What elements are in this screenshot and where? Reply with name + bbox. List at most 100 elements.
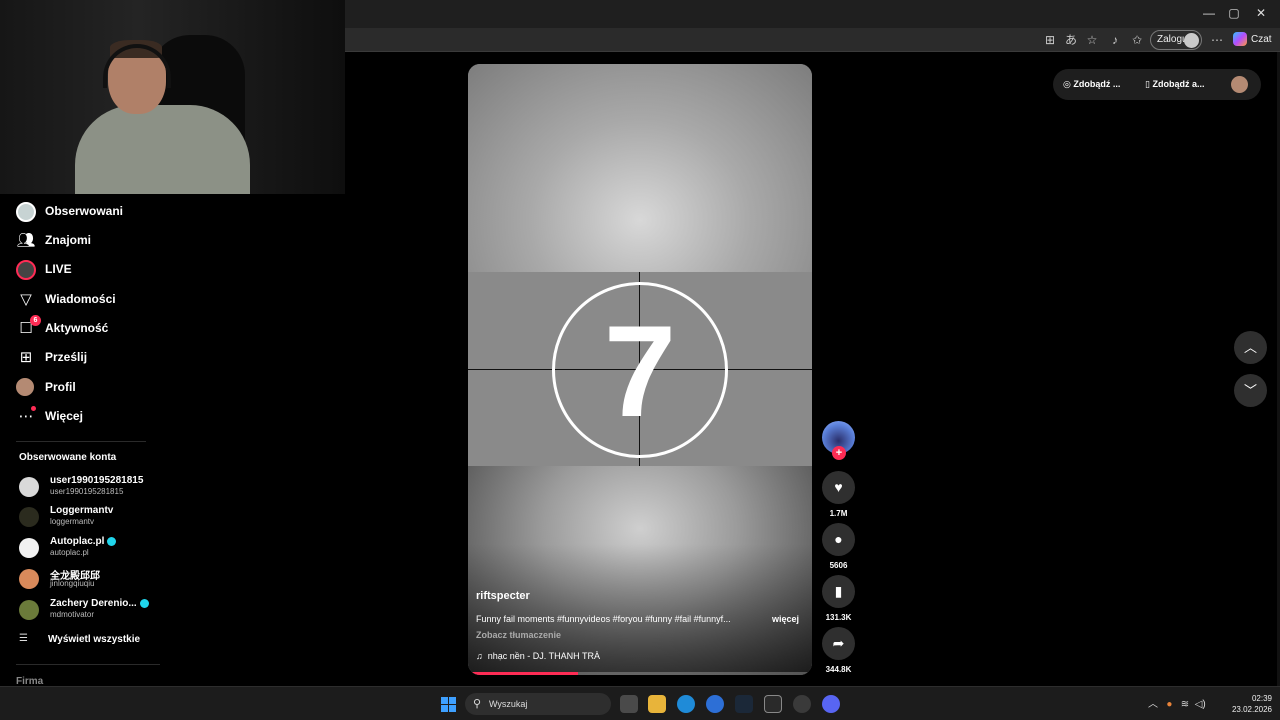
- edge-browser-icon[interactable]: [677, 695, 695, 713]
- video-frame-top: [468, 64, 812, 272]
- address-bar[interactable]: [345, 31, 1035, 51]
- sidebar-item-live[interactable]: LIVE: [16, 258, 196, 282]
- epic-games-icon[interactable]: [764, 695, 782, 713]
- account-handle: jinlongqiuqiu: [50, 579, 95, 588]
- tray-expand-icon[interactable]: ︿: [1148, 699, 1158, 710]
- discord-icon[interactable]: [822, 695, 840, 713]
- get-app-button[interactable]: ▯ Zdobądź a...: [1145, 79, 1204, 90]
- clock-date: 23.02.2026: [1231, 705, 1272, 714]
- video-progress-fill: [468, 672, 579, 675]
- clock-time: 02:39: [1251, 694, 1272, 703]
- sidebar-item-upload[interactable]: ⊞ Prześlij: [16, 346, 196, 370]
- chevron-down-icon: ﹀: [1243, 383, 1257, 398]
- wifi-icon[interactable]: ≋: [1181, 699, 1189, 710]
- account-handle: loggermantv: [50, 517, 95, 526]
- taskbar-clock[interactable]: 02:39 23.02.2026: [1226, 693, 1272, 715]
- comment-icon: ●: [834, 531, 843, 547]
- steam-icon[interactable]: [735, 695, 753, 713]
- system-tray[interactable]: ︿ ● ≋ ◁): [1148, 695, 1218, 713]
- menu-dots-icon[interactable]: ⋯: [1209, 32, 1225, 48]
- share-button[interactable]: ➦: [822, 627, 855, 660]
- heart-icon: ♥: [834, 479, 843, 495]
- see-translation-button[interactable]: Zobacz tłumaczenie: [476, 630, 561, 640]
- account-handle: user1990195281815: [50, 487, 124, 496]
- next-video-button[interactable]: ﹀: [1234, 374, 1267, 407]
- video-progress-bar[interactable]: [468, 672, 812, 675]
- favorites-icon[interactable]: ✩: [1129, 32, 1145, 48]
- search-icon: ⚲: [473, 698, 482, 710]
- extensions-icon[interactable]: ♪: [1107, 32, 1123, 48]
- see-all-button[interactable]: ☰ Wyświetl wszystkie: [19, 633, 169, 647]
- countdown-number: 7: [603, 298, 677, 444]
- share-count: 344.8K: [825, 665, 852, 674]
- save-count: 131.3K: [825, 613, 852, 622]
- minimize-button[interactable]: —: [1198, 4, 1220, 22]
- account-name: user1990195281815: [50, 475, 144, 486]
- copilot-chat-button[interactable]: Czat: [1233, 31, 1277, 49]
- followed-account[interactable]: user1990195281815 user1990195281815: [19, 473, 169, 501]
- app-icon[interactable]: [793, 695, 811, 713]
- account-avatar: [19, 569, 39, 589]
- browser-toolbar: ⊞ あ ☆ ♪ ✩ Zaloguj ⋯ Czat: [345, 28, 1280, 52]
- task-view-icon[interactable]: [620, 695, 638, 713]
- followed-account[interactable]: 全龙殿邱邱 jinlongqiuqiu: [19, 565, 169, 593]
- sidebar-item-label: Prześlij: [45, 350, 88, 364]
- app-available-icon[interactable]: ⊞: [1042, 32, 1058, 48]
- sidebar-item-activity[interactable]: ☐ 6 Aktywność: [16, 315, 196, 341]
- sidebar-item-label: Aktywność: [45, 321, 109, 335]
- maximize-button[interactable]: ▢: [1223, 4, 1245, 22]
- microphone-icon[interactable]: ●: [1166, 699, 1172, 710]
- followed-accounts-title: Obserwowane konta: [19, 452, 117, 463]
- favorite-star-icon[interactable]: ☆: [1084, 32, 1100, 48]
- volume-icon[interactable]: ◁): [1195, 699, 1206, 710]
- previous-video-button[interactable]: ︿: [1234, 331, 1267, 364]
- account-name: Loggermantv: [50, 505, 114, 516]
- get-coins-button[interactable]: ◎ Zdobądź ...: [1063, 79, 1120, 90]
- sidebar-item-profile[interactable]: Profil: [16, 376, 196, 400]
- video-caption: Funny fail moments #funnyvideos #foryou …: [476, 614, 731, 624]
- friends-icon: 👥︎: [16, 232, 36, 249]
- upload-icon: ⊞: [19, 349, 33, 366]
- follow-plus-button[interactable]: +: [832, 446, 846, 460]
- sidebar-item-friends[interactable]: 👥︎ Znajomi: [16, 229, 196, 253]
- sidebar-item-label: LIVE: [45, 262, 72, 276]
- save-button[interactable]: ▮: [822, 575, 855, 608]
- windows-taskbar: ⚲ Wyszukaj ︿ ● ≋ ◁) 02:39 23.02.2026: [0, 686, 1280, 720]
- windows-start-icon[interactable]: [441, 697, 456, 712]
- webcam-overlay: [0, 0, 345, 194]
- profile-icon: [16, 378, 34, 396]
- video-player[interactable]: 7 riftspecter Funny fail moments #funnyv…: [468, 64, 812, 675]
- sidebar-item-label: Obserwowani: [45, 204, 124, 218]
- file-explorer-icon[interactable]: [648, 695, 666, 713]
- chat-label: Czat: [1251, 34, 1272, 45]
- sidebar-item-messages[interactable]: ▽ Wiadomości: [16, 288, 196, 312]
- live-icon: [16, 260, 36, 280]
- followed-account[interactable]: Autoplac.pl autoplac.pl: [19, 534, 169, 562]
- verified-badge-icon: [107, 536, 117, 546]
- top-right-actions: ◎ Zdobądź ... ▯ Zdobądź a...: [1053, 69, 1261, 100]
- followed-account[interactable]: Loggermantv loggermantv: [19, 503, 169, 531]
- account-avatar: [19, 507, 39, 527]
- edge-beta-icon[interactable]: [706, 695, 724, 713]
- caption-more-button[interactable]: więcej: [772, 614, 799, 624]
- verified-badge-icon: [139, 598, 149, 608]
- sidebar-item-label: Profil: [45, 380, 76, 394]
- comment-button[interactable]: ●: [822, 523, 855, 556]
- sidebar-item-more[interactable]: ⋯ Więcej: [16, 405, 196, 429]
- account-name: Autoplac.pl: [50, 536, 117, 547]
- video-author[interactable]: riftspecter: [476, 590, 530, 602]
- sidebar-item-following[interactable]: Obserwowani: [16, 200, 196, 224]
- login-button[interactable]: Zaloguj: [1150, 30, 1202, 50]
- translate-icon[interactable]: あ: [1063, 32, 1079, 48]
- taskbar-search[interactable]: ⚲ Wyszukaj: [465, 693, 611, 715]
- followed-account[interactable]: Zachery Derenio... mdmotivator: [19, 596, 169, 624]
- account-avatar: [19, 538, 39, 558]
- like-button[interactable]: ♥: [822, 471, 855, 504]
- user-avatar[interactable]: [1231, 76, 1248, 93]
- account-avatar: [19, 477, 39, 497]
- close-button[interactable]: ✕: [1250, 4, 1272, 22]
- following-icon: [16, 202, 36, 222]
- account-handle: mdmotivator: [50, 610, 95, 619]
- music-note-icon: ♫: [476, 651, 483, 661]
- video-music[interactable]: ♫ nhạc nền - DJ. THANH TRÀ: [476, 651, 600, 661]
